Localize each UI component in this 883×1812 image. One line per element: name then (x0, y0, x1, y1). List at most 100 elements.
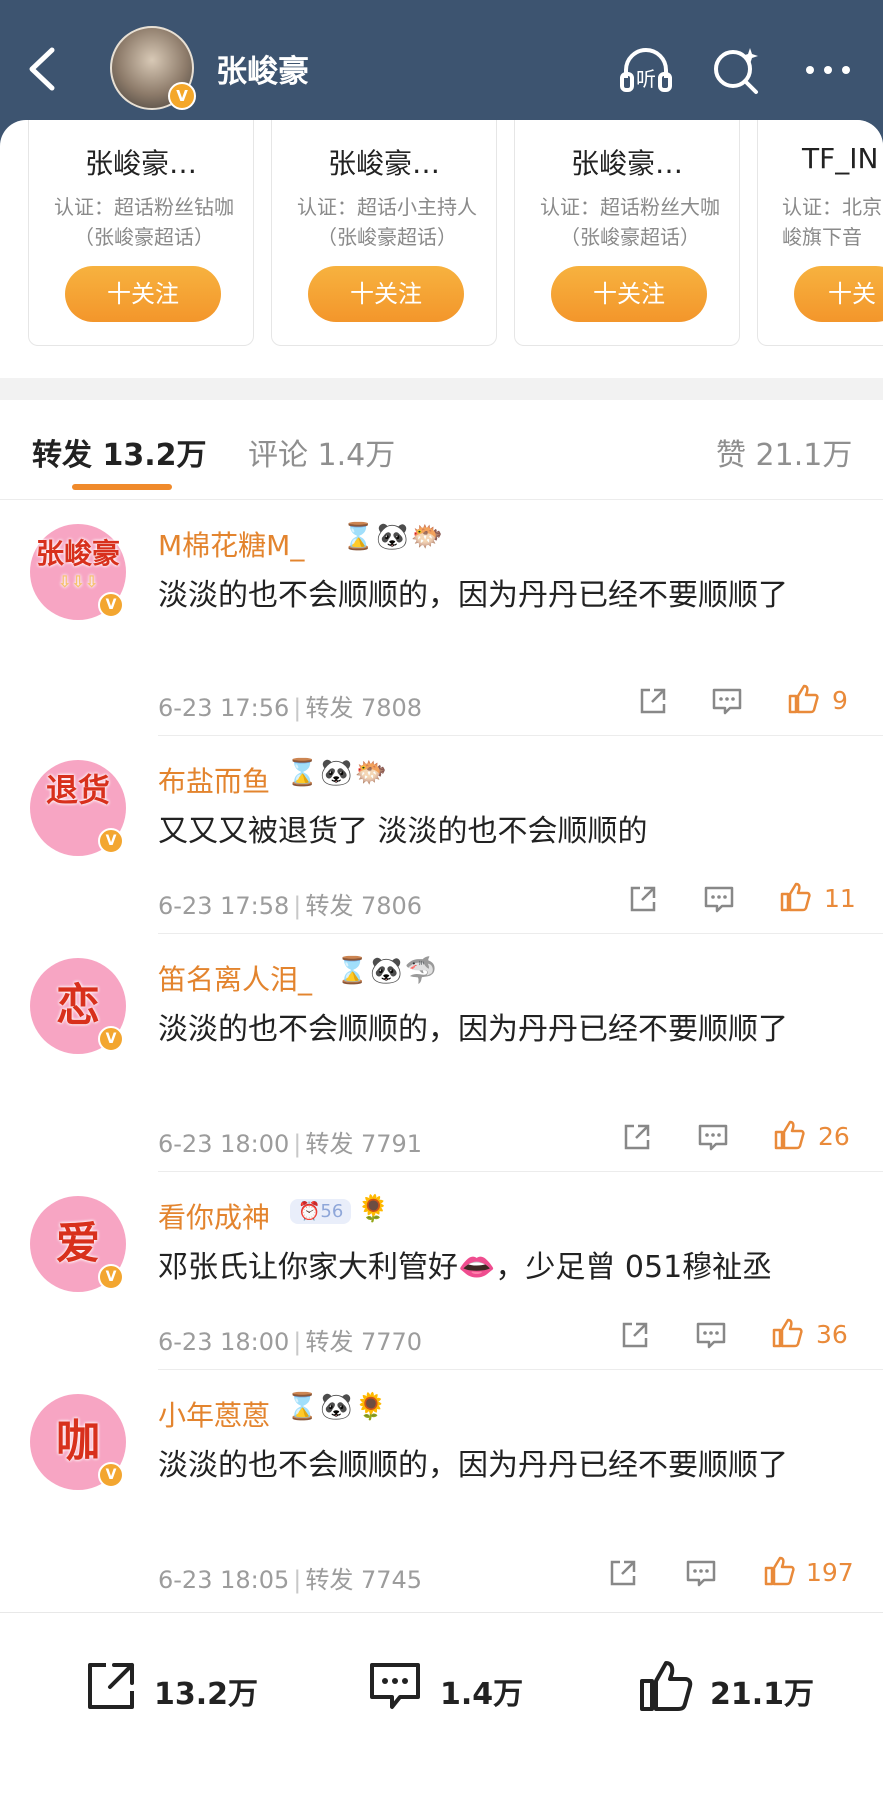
repost-text: 淡淡的也不会顺顺的，因为丹丹已经不要顺顺了 (158, 1448, 788, 1483)
svg-text:听: 听 (636, 67, 656, 91)
rec-name: 张峻豪… (84, 147, 197, 180)
chevron-left-icon (29, 47, 55, 91)
thumbs-up-icon[interactable] (762, 1554, 796, 1588)
thumbs-up-icon (640, 1661, 693, 1711)
share-icon[interactable] (618, 1318, 652, 1352)
repost-meta: 6-23 18:00 | 转发 7770 (158, 1328, 423, 1356)
tab-repost[interactable]: 转发 13.2万 (32, 430, 206, 474)
username[interactable]: 小年蒽蒽 (158, 1394, 270, 1434)
comment-bubble-icon[interactable] (710, 684, 744, 718)
rec-card[interactable]: 张峻豪… 认证：超话粉丝钻咖（张峻豪超话） 十关注 (28, 120, 254, 346)
list-item[interactable]: 咖 V 小年蒽蒽 ⌛🐼🌻 淡淡的也不会顺顺的，因为丹丹已经不要顺顺了 6-23 … (0, 1370, 883, 1610)
like-total: 21.1万 (710, 1677, 815, 1712)
avatar[interactable]: 退货 V (30, 760, 126, 856)
repost-text: 淡淡的也不会顺顺的，因为丹丹已经不要顺顺了 (158, 1012, 788, 1047)
username[interactable]: 看你成神 (158, 1196, 270, 1236)
active-tab-indicator (72, 484, 172, 490)
panda-badge: 🐼 (376, 522, 409, 552)
repost-meta: 6-23 17:56 | 转发 7808 (158, 694, 423, 722)
recommended-accounts: 张峻豪… 认证：超话粉丝钻咖（张峻豪超话） 十关注 张峻豪… 认证：超话小主持人… (0, 120, 883, 378)
rec-desc: 认证：超话粉丝钻咖（张峻豪超话） (54, 195, 234, 249)
search-sparkle-icon (714, 48, 758, 94)
rec-desc: 认证：超话小主持人（张峻豪超话） (297, 195, 477, 249)
repost-button[interactable]: 13.2万 (82, 1657, 262, 1717)
list-item[interactable]: 退货 V 布盐而鱼 ⌛🐼🐡 又又又被退货了 淡淡的也不会顺顺的 6-23 17:… (0, 736, 883, 934)
verified-badge: V (98, 592, 124, 618)
comment-bubble-icon (370, 1663, 420, 1709)
like-count: 26 (818, 1122, 850, 1151)
rec-name: 张峻豪… (327, 147, 440, 180)
comment-total: 1.4万 (440, 1677, 524, 1712)
author-name[interactable]: 张峻豪 (216, 46, 309, 91)
hourglass-badge: ⌛ (286, 758, 319, 788)
more-button[interactable] (798, 40, 858, 100)
search-button[interactable] (706, 40, 766, 100)
rec-card[interactable]: TF_IN 认证：北京峻旗下音 十关 (757, 120, 883, 346)
back-button[interactable] (22, 44, 62, 94)
verified-badge: V (98, 1026, 124, 1052)
rec-card[interactable]: 张峻豪… 认证：超话小主持人（张峻豪超话） 十关注 (271, 120, 497, 346)
repost-text: 又又又被退货了 淡淡的也不会顺顺的 (158, 814, 648, 849)
list-item[interactable]: 张峻豪 ⇩⇩⇩ V M棉花糖M_ ⌛🐼🐡 淡淡的也不会顺顺的，因为丹丹已经不要顺顺… (0, 500, 883, 736)
timestamp: 6-23 17:58 (158, 892, 290, 920)
comment-bubble-icon[interactable] (696, 1120, 730, 1154)
tab-comment[interactable]: 评论 1.4万 (248, 430, 395, 474)
like-count: 197 (806, 1558, 854, 1587)
repost-count: 转发 7808 (305, 694, 423, 722)
listen-button[interactable]: 听 (616, 40, 676, 100)
timestamp: 6-23 17:56 (158, 694, 290, 722)
repost-text: 淡淡的也不会顺顺的，因为丹丹已经不要顺顺了 (158, 578, 788, 613)
rec-desc: 认证：超话粉丝大咖（张峻豪超话） (540, 195, 720, 249)
like-count: 36 (816, 1320, 848, 1349)
timestamp: 6-23 18:00 (158, 1130, 290, 1158)
follow-button[interactable]: 十关注 (65, 266, 221, 322)
username[interactable]: 布盐而鱼 (158, 760, 270, 800)
panda-badge: 🐼 (320, 1392, 353, 1422)
thumbs-up-icon[interactable] (770, 1316, 804, 1350)
like-button[interactable]: 21.1万 (636, 1657, 826, 1717)
thumbs-up-icon[interactable] (778, 880, 812, 914)
user-badges: ⌛🐼🌻 (286, 1392, 389, 1428)
user-badges: ⌛🐼🦈 (336, 956, 439, 992)
comment-bubble-icon[interactable] (684, 1556, 718, 1590)
like-count: 9 (832, 686, 848, 715)
share-icon[interactable] (626, 882, 660, 916)
follow-button[interactable]: 十关注 (551, 266, 707, 322)
timestamp: 6-23 18:05 (158, 1566, 290, 1594)
timestamp: 6-23 18:00 (158, 1328, 290, 1356)
more-dots-icon (806, 66, 850, 74)
rec-card[interactable]: 张峻豪… 认证：超话粉丝大咖（张峻豪超话） 十关注 (514, 120, 740, 346)
headphones-icon: 听 (620, 48, 672, 92)
repost-count: 转发 7745 (305, 1566, 423, 1594)
repost-count: 转发 7791 (305, 1130, 423, 1158)
share-icon[interactable] (620, 1120, 654, 1154)
avatar[interactable]: 爱 V (30, 1196, 126, 1292)
sunflower-badge: 🌻 (354, 1392, 388, 1422)
avatar[interactable]: 张峻豪 ⇩⇩⇩ V (30, 524, 126, 620)
tab-like[interactable]: 赞 21.1万 (716, 430, 852, 474)
panda-badge: 🐼 (320, 758, 353, 788)
list-item[interactable]: 爱 V 看你成神 ⏰56 🌻 邓张氏让你家大利管好👄，少足曾 051穆祉丞 6-2… (0, 1172, 883, 1370)
share-icon[interactable] (636, 684, 670, 718)
author-avatar[interactable]: V (110, 26, 196, 110)
list-item[interactable]: 恋 V 笛名离人泪_ ⌛🐼🦈 淡淡的也不会顺顺的，因为丹丹已经不要顺顺了 6-2… (0, 934, 883, 1172)
thumbs-up-icon[interactable] (772, 1118, 806, 1152)
share-icon (88, 1663, 134, 1709)
hourglass-badge: ⌛ (286, 1392, 319, 1422)
bottom-action-bar: 13.2万 1.4万 21.1万 (0, 1612, 883, 1812)
thumbs-up-icon[interactable] (786, 682, 820, 716)
comment-bubble-icon[interactable] (694, 1318, 728, 1352)
comment-button[interactable]: 1.4万 (366, 1657, 536, 1717)
username[interactable]: M棉花糖M_ (158, 524, 304, 564)
repost-meta: 6-23 18:00 | 转发 7791 (158, 1130, 423, 1158)
sunflower-badge: 🌻 (357, 1194, 390, 1224)
hourglass-badge: ⌛ (336, 956, 369, 986)
username[interactable]: 笛名离人泪_ (158, 958, 312, 998)
avatar[interactable]: 恋 V (30, 958, 126, 1054)
avatar[interactable]: 咖 V (30, 1394, 126, 1490)
user-badges: ⌛🐼🐡 (286, 758, 389, 794)
share-icon[interactable] (606, 1556, 640, 1590)
follow-button[interactable]: 十关 (794, 266, 883, 322)
comment-bubble-icon[interactable] (702, 882, 736, 916)
follow-button[interactable]: 十关注 (308, 266, 464, 322)
